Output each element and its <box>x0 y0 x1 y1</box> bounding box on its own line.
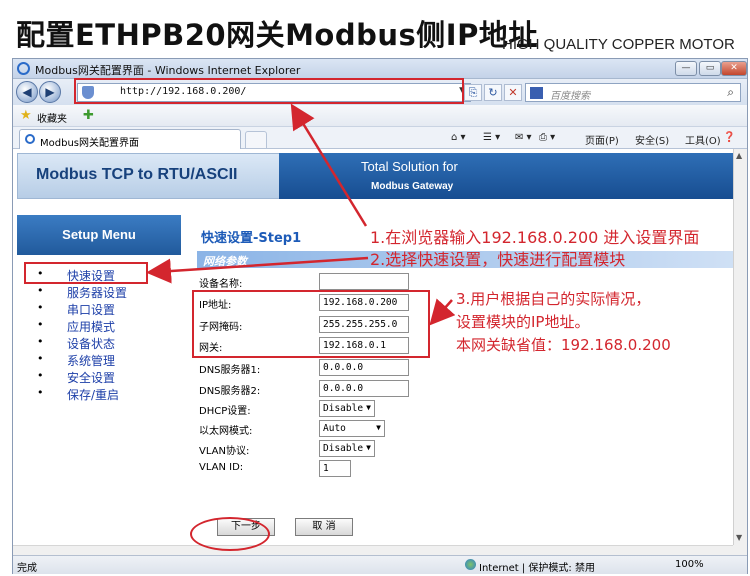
print-icon[interactable]: ⎙ ▾ <box>539 132 555 143</box>
next-button-highlight-oval <box>190 517 270 551</box>
banner-subtitle: Modbus Gateway <box>371 181 454 192</box>
minimize-button[interactable]: — <box>675 61 697 76</box>
mail-icon[interactable]: ✉ ▾ <box>515 132 532 143</box>
device-name-input[interactable] <box>319 273 409 290</box>
status-done: 完成 <box>17 563 37 574</box>
section-title: 网络参数 <box>203 255 247 268</box>
window-titlebar: Modbus网关配置界面 - Windows Internet Explorer… <box>13 59 747 79</box>
internet-globe-icon <box>465 559 476 570</box>
ethernet-mode-select[interactable]: Auto ▼ <box>319 420 385 437</box>
annotation-step3-line2: 设置模块的IP地址。 <box>456 313 590 331</box>
step-title: 快速设置-Step1 <box>201 231 302 246</box>
baidu-icon <box>530 87 543 99</box>
vlan-id-input[interactable]: 1 <box>319 460 351 477</box>
horizontal-scrollbar[interactable] <box>13 545 733 555</box>
dns1-input[interactable]: 0.0.0.0 <box>319 359 409 376</box>
favorites-star-icon[interactable]: ★ <box>20 108 32 123</box>
page-menu[interactable]: 页面(P) <box>585 132 619 147</box>
annotation-step1: 1.在浏览器输入192.168.0.200 进入设置界面 <box>370 228 700 247</box>
compat-view-icon[interactable]: ⎘ <box>464 84 482 101</box>
chevron-down-icon: ▼ <box>366 403 371 412</box>
help-icon[interactable]: ❓ <box>723 132 735 143</box>
status-bar: 完成 Internet | 保护模式: 禁用 100% <box>13 555 747 574</box>
back-button[interactable]: ◀ <box>16 81 38 103</box>
watermark-text: HIGH QUALITY COPPER MOTOR <box>502 36 735 53</box>
url-highlight-box <box>74 78 464 104</box>
forward-button[interactable]: ▶ <box>39 81 61 103</box>
dns2-input[interactable]: 0.0.0.0 <box>319 380 409 397</box>
slide-title: 配置ETHPB20网关Modbus侧IP地址 <box>16 18 538 52</box>
tab-modbus-config[interactable]: Modbus网关配置界面 <box>19 129 241 149</box>
menu-item-serial-setup[interactable]: 串口设置 <box>37 301 127 318</box>
zoom-level[interactable]: 100% <box>675 559 704 570</box>
refresh-icon[interactable]: ↻ <box>484 84 502 101</box>
quick-setup-highlight-box <box>24 262 148 284</box>
banner-tagline: Total Solution for <box>361 159 458 174</box>
vertical-scrollbar[interactable]: ▲ ▼ <box>733 149 747 545</box>
add-favorite-icon[interactable]: ✚ <box>83 108 94 123</box>
vlan-protocol-select-value: Disable <box>323 443 364 454</box>
annotation-step2: 2.选择快速设置，快速进行配置模块 <box>370 250 626 269</box>
menu-item-security[interactable]: 安全设置 <box>37 369 127 386</box>
cancel-button[interactable]: 取 消 <box>295 518 353 536</box>
banner-product: Modbus TCP to RTU/ASCII <box>36 166 238 183</box>
setup-menu-heading: Setup Menu <box>17 215 181 255</box>
menu-item-device-status[interactable]: 设备状态 <box>37 335 127 352</box>
dns2-label: DNS服务器2: <box>199 386 261 397</box>
search-box[interactable]: 百度搜索 ⌕ <box>525 83 741 102</box>
stop-icon[interactable]: ✕ <box>504 84 522 101</box>
safety-menu[interactable]: 安全(S) <box>635 132 669 147</box>
scroll-down-icon[interactable]: ▼ <box>736 533 742 542</box>
close-button[interactable]: ✕ <box>721 61 747 76</box>
tab-bar: Modbus网关配置界面 ⌂ ▾ ☰ ▾ ✉ ▾ ⎙ ▾ 页面(P) 安全(S)… <box>13 127 747 149</box>
ethernet-mode-select-value: Auto <box>323 423 346 434</box>
device-name-label: 设备名称: <box>199 279 243 290</box>
annotation-step3-line1: 3.用户根据自己的实际情况， <box>456 290 651 308</box>
ethernet-mode-label: 以太网模式: <box>199 426 253 437</box>
setup-menu-list: 快速设置 服务器设置 串口设置 应用模式 设备状态 系统管理 安全设置 保存/重… <box>37 267 127 403</box>
vlan-protocol-label: VLAN协议: <box>199 446 250 457</box>
tools-menu[interactable]: 工具(O) <box>685 132 721 147</box>
vlan-protocol-select[interactable]: Disable ▼ <box>319 440 375 457</box>
banner-right: Total Solution for Modbus Gateway <box>279 153 733 199</box>
search-icon[interactable]: ⌕ <box>727 85 734 100</box>
dhcp-select-value: Disable <box>323 403 364 414</box>
menu-item-app-mode[interactable]: 应用模式 <box>37 318 127 335</box>
menu-item-system-admin[interactable]: 系统管理 <box>37 352 127 369</box>
maximize-button[interactable]: ▭ <box>699 61 721 76</box>
search-placeholder[interactable]: 百度搜索 <box>550 87 590 102</box>
chevron-down-icon: ▼ <box>366 443 371 452</box>
menu-item-save-restart[interactable]: 保存/重启 <box>37 386 127 403</box>
ip-fields-highlight-box <box>192 290 430 358</box>
tab-label: Modbus网关配置界面 <box>40 138 139 149</box>
ie-logo-icon <box>17 62 30 75</box>
new-tab-button[interactable] <box>245 131 267 149</box>
scroll-up-icon[interactable]: ▲ <box>736 151 742 160</box>
favorites-bar: ★ 收藏夹 ✚ <box>13 105 747 127</box>
dns1-label: DNS服务器1: <box>199 365 261 376</box>
dhcp-select[interactable]: Disable ▼ <box>319 400 375 417</box>
window-title: Modbus网关配置界面 - Windows Internet Explorer <box>35 64 301 77</box>
home-icon[interactable]: ⌂ ▾ <box>451 132 466 143</box>
chevron-down-icon: ▼ <box>376 423 381 432</box>
menu-item-server-setup[interactable]: 服务器设置 <box>37 284 127 301</box>
vlan-id-label: VLAN ID: <box>199 462 244 473</box>
feeds-icon[interactable]: ☰ ▾ <box>483 132 500 143</box>
favorites-label[interactable]: 收藏夹 <box>37 110 67 125</box>
tab-ie-icon <box>25 134 35 144</box>
dhcp-label: DHCP设置: <box>199 406 251 417</box>
status-zone: Internet | 保护模式: 禁用 <box>479 563 595 574</box>
annotation-step3-line3: 本网关缺省值：192.168.0.200 <box>456 336 671 354</box>
